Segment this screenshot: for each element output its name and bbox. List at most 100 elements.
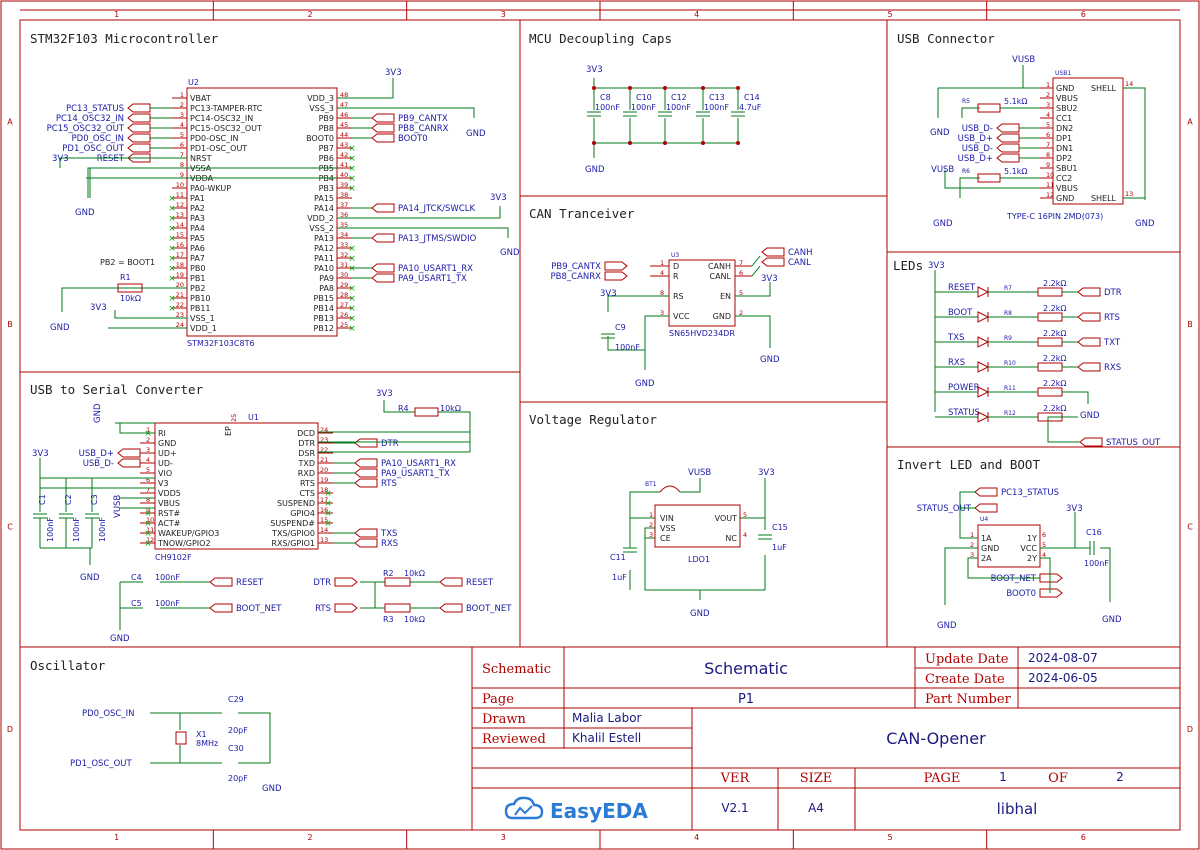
mcu-nc-mark: × [168, 204, 176, 214]
osc-net-out: PD1_OSC_OUT [70, 759, 133, 769]
mcu-nc-mark: × [348, 264, 356, 274]
mcu-pin-18: PB0 [190, 264, 205, 273]
mcu-block: U2 STM32F103C8T6 VBAT 1 PC13-TAMPER-RTC 2 PC… [47, 68, 520, 348]
us-gnd-label-2: GND [93, 403, 103, 423]
decap-junction [592, 86, 596, 90]
ruler-row-right-A: A [1187, 117, 1193, 126]
tb-page-label: Page [482, 692, 514, 707]
us-c5-net: BOOT_NET [236, 604, 282, 614]
can-pin-num: 1 [660, 259, 664, 267]
decap-junction [663, 86, 667, 90]
decoupling-cap-list: C8100nFC10100nFC12100nFC13100nFC144.7uF [587, 86, 762, 145]
reg-pin-list: VIN 1 VSS 2 CE 3 VOUT 5 NC 4 [649, 511, 747, 543]
mcu-pin-num: 22 [176, 301, 184, 309]
can-ref: U3 [671, 252, 679, 259]
us-cap-val-C1: 100nF [46, 517, 55, 542]
mcu-pin-num: 30 [340, 271, 348, 279]
tb-size-label: SIZE [800, 771, 833, 786]
us-out-2-flag [354, 468, 378, 478]
ruler-row-left-D: D [7, 725, 13, 734]
mcu-pin-num: 1 [180, 91, 184, 99]
mcu-nc-mark: × [168, 224, 176, 234]
us-out-4: TXS [380, 529, 397, 539]
ruler-col-top-5: 5 [887, 10, 892, 19]
section-title-osc: Oscillator [30, 658, 106, 673]
us-r3-out-flag [439, 603, 463, 613]
mcu-net-1: PC14_OSC32_IN [56, 114, 124, 124]
us-out-0-flag [354, 438, 378, 448]
inv-net-1: STATUS_OUT [917, 504, 972, 514]
led-out-3: RXS [1104, 363, 1121, 373]
us-pin-21: TXD [297, 459, 315, 468]
decap-ref-C12: C12 [671, 93, 687, 102]
mcu-pin-10: PA0-WKUP [190, 184, 231, 193]
us-c5-val: 100nF [155, 599, 180, 608]
mcu-nc-mark: × [168, 304, 176, 314]
mcu-3v3-label-2: 3V3 [490, 193, 507, 203]
us-pin-7: VDD5 [158, 489, 181, 498]
us-r3-out: BOOT_NET [466, 604, 512, 614]
mcu-pin-num: 44 [340, 131, 348, 139]
us-out-3-flag [354, 478, 378, 488]
usb-pin-DN2: DN2 [1056, 124, 1073, 133]
tb-pg-label: PAGE [924, 771, 961, 786]
mcu-rnet-6-flag [371, 273, 395, 283]
can-pin-num: 6 [739, 269, 743, 277]
usb-r5-val: 5.1kΩ [1004, 97, 1027, 106]
mcu-pin-43: PB7 [319, 144, 334, 153]
usb-pin-num: 8 [1046, 151, 1050, 159]
ruler-col-top-1: 1 [114, 10, 119, 19]
us-out-5: RXS [381, 539, 398, 549]
leds-gnd-label: GND [1080, 411, 1100, 421]
led-val-1: 2.2kΩ [1043, 304, 1066, 313]
can-pin-GND: GND [713, 312, 731, 321]
mcu-pin-num: 37 [340, 201, 348, 209]
mcu-pin-num: 34 [340, 231, 348, 239]
can-pin-list: D1R4RS8VCC3CANH 7CANL 6EN 5GND 2 [650, 259, 752, 321]
mcu-pin-num: 27 [340, 301, 348, 309]
mcu-pin-num: 39 [340, 181, 348, 189]
can-out-1-flag [761, 257, 785, 267]
reg-pin-num: 1 [649, 511, 653, 519]
mcu-pin-num: 5 [180, 131, 184, 139]
usb-part: TYPE-C 16PIN 2MD(073) [1006, 212, 1103, 221]
us-pin-num: 8 [146, 496, 150, 504]
reg-pin-NC: NC [725, 534, 737, 543]
mcu-pin-35: VSS_2 [309, 224, 334, 233]
reg-pin-CE: CE [660, 534, 671, 543]
mcu-pin-46: PB9 [319, 114, 334, 123]
usb-pin-num: 9 [1046, 161, 1050, 169]
led-out-1-flag [1077, 312, 1101, 322]
mcu-net-0-flag [127, 103, 151, 113]
mcu-pin-1: VBAT [190, 94, 211, 103]
us-out-4-flag [354, 528, 378, 538]
ruler-row-right-B: B [1187, 320, 1193, 329]
mcu-pin-4: PC15-OSC32_OUT [190, 124, 262, 133]
led-r-R12: R12 [1004, 410, 1016, 417]
mcu-rnet-3-flag [371, 203, 395, 213]
inv-c16-val: 100nF [1084, 559, 1109, 568]
reg-pin-num: 4 [743, 531, 747, 539]
us-c5-net-flag [209, 603, 233, 613]
usb-pin-VBUS: VBUS [1056, 184, 1078, 193]
inv-net-0-flag [974, 487, 998, 497]
mcu-rnet-4: PA13_JTMS/SWDIO [398, 234, 477, 244]
mcu-nc-mark: × [348, 184, 356, 194]
mcu-nc-mark: × [348, 174, 356, 184]
usb-pin-num: 11 [1046, 181, 1054, 189]
usbserial-block: U1 CH9102F EP 25 RI1×GND2UD+3UD-4VIO5V36… [32, 389, 512, 644]
us-pin-num: 22 [320, 446, 328, 454]
usb-pin-shell: SHELL [1091, 84, 1117, 93]
us-pin-5: VIO [158, 469, 172, 478]
mcu-pin-19: PB1 [190, 274, 205, 283]
mcu-nc-mark: × [168, 254, 176, 264]
usb-net-0-flag [996, 123, 1020, 133]
decap-junction [592, 141, 596, 145]
mcu-pin-39: PB3 [319, 184, 334, 193]
section-title-usbserial: USB to Serial Converter [30, 382, 204, 397]
us-pin-num: 2 [146, 436, 150, 444]
us-c4-net-flag [209, 577, 233, 587]
decap-val-C10: 100nF [631, 103, 656, 112]
ruler-row-left-A: A [7, 117, 13, 126]
us-pin-18: CTS [299, 489, 315, 498]
